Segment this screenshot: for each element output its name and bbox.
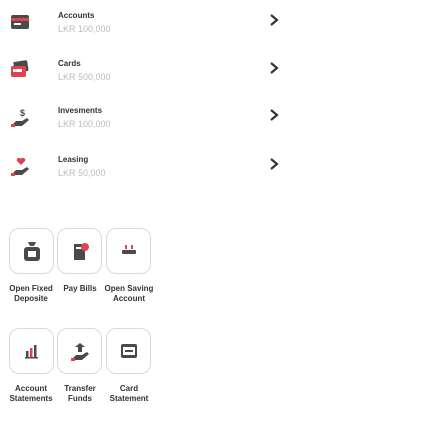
- statement-chart-icon: [24, 345, 38, 359]
- list-item-amount: LKR 50,000: [58, 168, 106, 178]
- list-item-title: Leasing: [58, 155, 89, 164]
- list-item-title: Invesments: [58, 106, 103, 115]
- list-item-title: Accounts: [58, 11, 95, 20]
- chevron-right-icon[interactable]: [269, 108, 279, 122]
- bank-bag-icon: [23, 242, 40, 261]
- list-item-amount: LKR 100,000: [58, 119, 111, 129]
- svg-text:$: $: [20, 108, 25, 118]
- visa-card-icon: [11, 60, 29, 77]
- list-item-title: Cards: [58, 59, 81, 68]
- account-statements-button[interactable]: [9, 328, 54, 374]
- chevron-right-icon[interactable]: [269, 157, 279, 171]
- leasing-hand-icon: [11, 157, 29, 176]
- investment-hand-icon: $: [11, 108, 29, 127]
- transfer-funds-icon: [70, 343, 89, 361]
- chevron-right-icon[interactable]: [269, 13, 279, 27]
- pay-bills-button[interactable]: [57, 228, 102, 274]
- quick-action-label: Card Statement: [109, 384, 149, 403]
- savings-account-icon: [121, 245, 136, 254]
- list-item-accounts[interactable]: Accounts LKR 100,000: [0, 11, 432, 61]
- quick-action-label: Open Saving Account: [104, 284, 154, 303]
- card-statement-icon: [120, 344, 137, 358]
- list-item-leasing[interactable]: Leasing LKR 50,000: [0, 155, 432, 205]
- open-saving-account-button[interactable]: [106, 228, 151, 274]
- chevron-right-icon[interactable]: [269, 61, 279, 75]
- list-item-amount: LKR 500,000: [58, 72, 111, 82]
- card-statement-button[interactable]: [106, 328, 151, 374]
- list-item-amount: LKR 100,000: [58, 24, 111, 34]
- bank-card-icon: [11, 15, 29, 29]
- list-item-cards[interactable]: Cards LKR 500,000: [0, 59, 432, 109]
- open-fixed-deposit-button[interactable]: [9, 228, 54, 274]
- transfer-funds-button[interactable]: [57, 328, 102, 374]
- list-item-investments[interactable]: $ Invesments LKR 100,000: [0, 106, 432, 156]
- bill-payment-icon: [73, 243, 89, 260]
